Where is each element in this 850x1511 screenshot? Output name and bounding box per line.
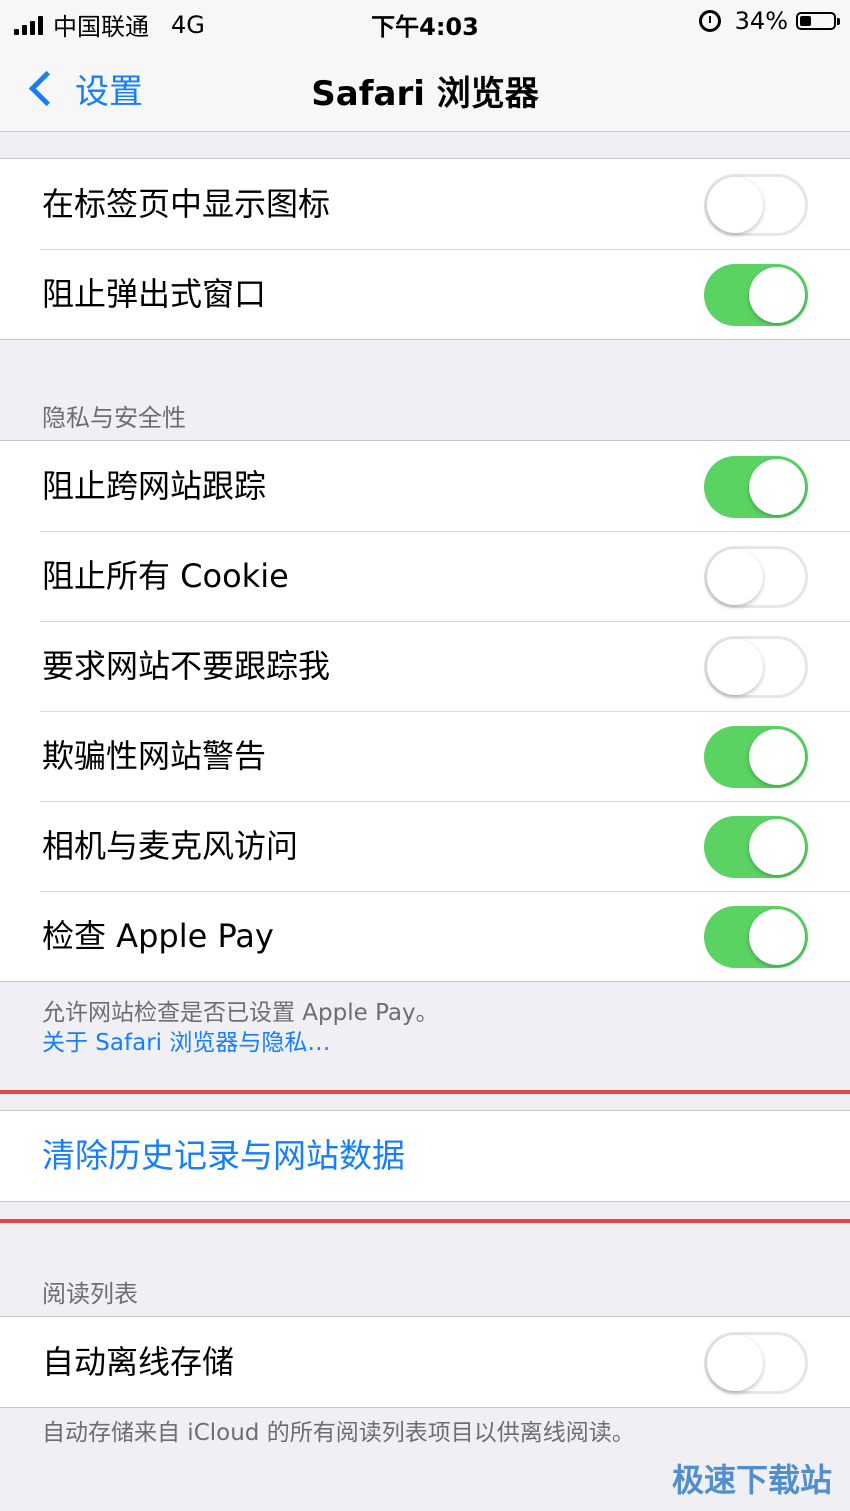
toggle-switch[interactable] [704,174,808,236]
settings-row-fraud-warning: 欺骗性网站警告 [0,711,850,801]
alarm-icon [698,10,721,32]
toggle-switch[interactable] [704,1332,808,1394]
highlight-line-top [0,1090,850,1094]
toggle-knob [749,267,805,323]
row-label: 阻止跨网站跟踪 [42,467,267,505]
status-right: 34% [698,7,840,35]
settings-row-camera-mic: 相机与麦克风访问 [0,801,850,891]
toggle-knob [749,459,805,515]
settings-row-auto-offline: 自动离线存储 [0,1317,850,1407]
highlight-line-bottom [0,1219,850,1223]
row-label: 自动离线存储 [42,1343,235,1381]
battery-fill [800,16,811,26]
row-label: 相机与麦克风访问 [42,827,299,865]
privacy-footer: 允许网站检查是否已设置 Apple Pay。 关于 Safari 浏览器与隐私… [42,998,439,1058]
clear-history-button[interactable]: 清除历史记录与网站数据 [42,1111,405,1201]
settings-row-block-cookies: 阻止所有 Cookie [0,531,850,621]
toggle-knob [749,819,805,875]
toggle-switch[interactable] [704,726,808,788]
status-bar: 中国联通 4G 下午4:03 34% [0,0,850,44]
settings-row-show-tab-icons: 在标签页中显示图标 [0,159,850,249]
toggle-switch[interactable] [704,264,808,326]
general-settings-group: 在标签页中显示图标 阻止弹出式窗口 [0,158,850,340]
toggle-switch[interactable] [704,456,808,518]
page-title: Safari 浏览器 [311,74,539,114]
toggle-knob [707,549,763,605]
toggle-switch[interactable] [704,816,808,878]
toggle-switch[interactable] [704,636,808,698]
toggle-switch[interactable] [704,546,808,608]
row-label: 欺骗性网站警告 [42,737,267,775]
row-label: 在标签页中显示图标 [42,185,331,223]
reading-list-group: 自动离线存储 [0,1316,850,1408]
privacy-settings-group: 阻止跨网站跟踪 阻止所有 Cookie 要求网站不要跟踪我 欺骗性网站警告 相机… [0,440,850,982]
battery-icon [796,12,840,30]
settings-row-prevent-tracking: 阻止跨网站跟踪 [0,441,850,531]
toggle-knob [707,177,763,233]
privacy-footer-text: 允许网站检查是否已设置 Apple Pay。 [42,1000,439,1026]
section-header-reading-list: 阅读列表 [42,1280,138,1308]
watermark-logo: 极速下载站 [671,1461,832,1499]
toggle-knob [749,909,805,965]
settings-row-do-not-track: 要求网站不要跟踪我 [0,621,850,711]
row-label: 检查 Apple Pay [42,917,274,955]
clear-history-group: 清除历史记录与网站数据 [0,1110,850,1202]
row-label: 阻止所有 Cookie [42,557,289,595]
battery-percent: 34% [734,7,788,35]
navigation-bar: 设置 Safari 浏览器 [0,44,850,132]
section-header-privacy: 隐私与安全性 [42,404,186,432]
row-label: 阻止弹出式窗口 [42,275,267,313]
row-label: 要求网站不要跟踪我 [42,647,331,685]
settings-row-block-popups: 阻止弹出式窗口 [0,249,850,339]
toggle-knob [707,639,763,695]
toggle-knob [749,729,805,785]
toggle-switch[interactable] [704,906,808,968]
toggle-knob [707,1335,763,1391]
settings-row-apple-pay: 检查 Apple Pay [0,891,850,981]
privacy-info-link[interactable]: 关于 Safari 浏览器与隐私… [42,1028,439,1058]
reading-list-footer: 自动存储来自 iCloud 的所有阅读列表项目以供离线阅读。 [42,1420,635,1446]
clear-history-row[interactable]: 清除历史记录与网站数据 [0,1111,850,1201]
